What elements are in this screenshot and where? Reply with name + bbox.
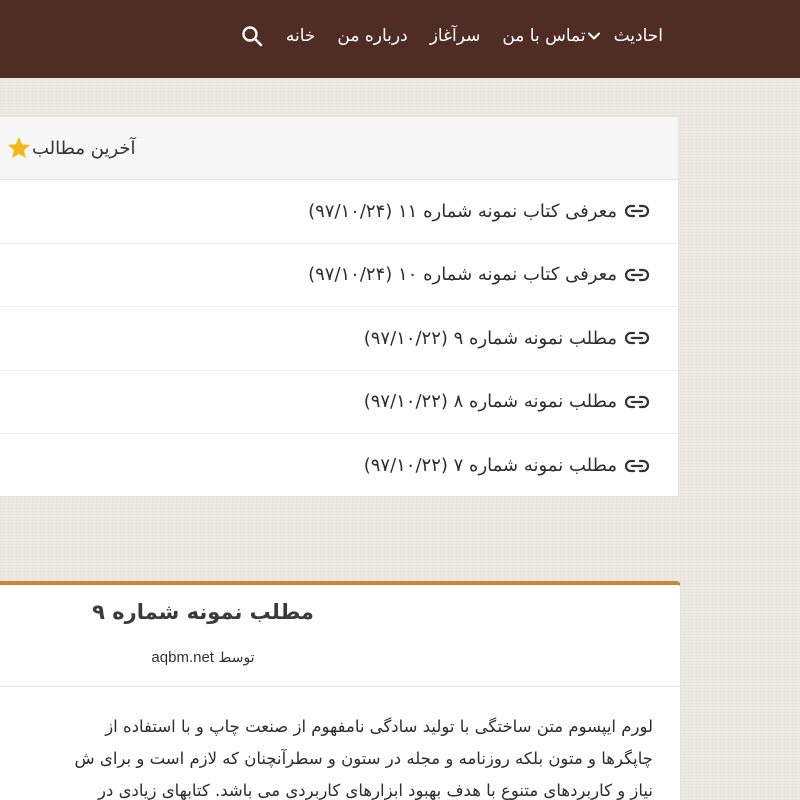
- post-author[interactable]: aqbm.net: [151, 649, 214, 666]
- post-body-line: لورم ایپسوم متن ساختگی با تولید سادگی نا…: [105, 717, 653, 736]
- latest-post-item[interactable]: مطلب نمونه شماره ۹ (۹۷/۱۰/۲۲): [0, 307, 678, 371]
- post-by-label: توسط: [218, 650, 255, 666]
- main-nav: خانه درباره من سرآغاز تماس با من احادیث: [226, 0, 663, 72]
- latest-post-link[interactable]: معرفی کتاب نمونه شماره ۱۱ (۹۷/۱۰/۲۴): [308, 201, 617, 222]
- search-icon[interactable]: [240, 24, 264, 48]
- post-meta: توسط aqbm.net: [0, 649, 408, 666]
- post-body-line: نیاز و کاربردهای متنوع با هدف بهبود ابزا…: [98, 781, 653, 800]
- link-icon: [624, 459, 650, 472]
- latest-post-item[interactable]: مطلب نمونه شماره ۷ (۹۷/۱۰/۲۲): [0, 434, 678, 498]
- latest-post-item[interactable]: معرفی کتاب نمونه شماره ۱۱ (۹۷/۱۰/۲۴): [0, 180, 678, 244]
- latest-post-link[interactable]: مطلب نمونه شماره ۹ (۹۷/۱۰/۲۲): [364, 328, 617, 349]
- nav-dropdown-label: احادیث: [613, 26, 663, 46]
- post-divider: [0, 686, 680, 687]
- latest-posts-title: آخرین مطالب: [32, 137, 136, 159]
- link-icon: [624, 332, 650, 345]
- chevron-down-icon: [587, 32, 600, 40]
- latest-post-link[interactable]: مطلب نمونه شماره ۷ (۹۷/۱۰/۲۲): [364, 455, 617, 476]
- nav-item-home[interactable]: خانه: [286, 26, 316, 46]
- latest-posts-panel: آخرین مطالب معرفی کتاب نمونه شماره ۱۱ (۹…: [0, 116, 679, 497]
- star-icon: [7, 136, 31, 158]
- link-icon: [624, 268, 650, 281]
- top-navbar: خانه درباره من سرآغاز تماس با من احادیث: [0, 0, 800, 78]
- nav-item-about[interactable]: درباره من: [337, 26, 407, 46]
- latest-post-item[interactable]: معرفی کتاب نمونه شماره ۱۰ (۹۷/۱۰/۲۴): [0, 244, 678, 307]
- nav-item-intro[interactable]: سرآغاز: [430, 26, 481, 46]
- link-icon: [624, 395, 650, 408]
- latest-post-item[interactable]: مطلب نمونه شماره ۸ (۹۷/۱۰/۲۲): [0, 371, 678, 434]
- nav-item-contact[interactable]: تماس با من: [502, 26, 585, 46]
- post-body: لورم ایپسوم متن ساختگی با تولید سادگی نا…: [0, 711, 653, 800]
- post-card: مطلب نمونه شماره ۹ توسط aqbm.net لورم ای…: [0, 581, 681, 800]
- latest-post-link[interactable]: مطلب نمونه شماره ۸ (۹۷/۱۰/۲۲): [364, 391, 617, 412]
- latest-posts-header: آخرین مطالب: [0, 117, 678, 180]
- link-icon: [624, 205, 650, 218]
- post-title[interactable]: مطلب نمونه شماره ۹: [0, 600, 408, 624]
- post-body-line: چاپگرها و متون بلکه روزنامه و مجله در ست…: [74, 749, 653, 768]
- latest-post-link[interactable]: معرفی کتاب نمونه شماره ۱۰ (۹۷/۱۰/۲۴): [308, 264, 617, 285]
- nav-dropdown-hadith[interactable]: احادیث: [586, 26, 663, 46]
